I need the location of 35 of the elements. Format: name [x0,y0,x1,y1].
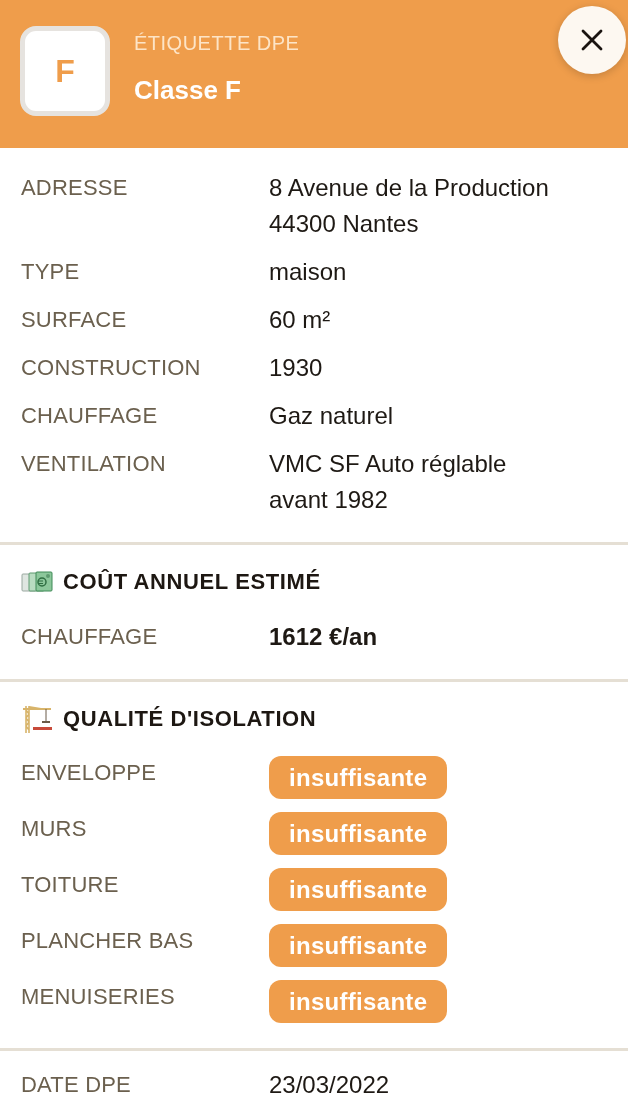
insulation-label: ENVELOPPE [21,759,158,787]
banknote-icon [21,571,53,593]
crane-icon [21,704,53,734]
field-label: DATE DPE [21,1071,132,1099]
rating-badge: insuffisante [269,868,448,911]
field-value: 1930 [269,353,323,383]
rating-badge: insuffisante [269,980,448,1023]
field-label: VENTILATION [21,450,167,478]
field-value: 23/03/2022 [269,1070,390,1100]
cost-value: 1612 €/an [269,622,378,652]
field-label: TYPE [21,258,81,286]
field-value: VMC SF Auto réglable avant 1982 [269,449,507,515]
cost-label: CHAUFFAGE [21,623,159,651]
field-label: CONSTRUCTION [21,354,202,382]
insulation-label: MURS [21,815,88,843]
insulation-label: TOITURE [21,871,120,899]
close-button[interactable] [558,6,626,74]
close-icon [581,29,603,51]
field-label: SURFACE [21,306,128,334]
insulation-label: PLANCHER BAS [21,927,195,955]
field-label: ADRESSE [21,174,129,202]
field-value: 8 Avenue de la Production 44300 Nantes [269,173,549,239]
class-title: Classe F [134,75,242,105]
insulation-label: MENUISERIES [21,983,176,1011]
field-value: Gaz naturel [269,401,394,431]
section-heading: COÛT ANNUEL ESTIMÉ [63,568,321,596]
label-title: ÉTIQUETTE DPE [134,31,300,55]
field-value: maison [269,257,347,287]
field-label: CHAUFFAGE [21,402,159,430]
rating-badge: insuffisante [269,812,448,855]
section-heading: QUALITÉ D'ISOLATION [63,705,317,733]
energy-class-badge: F [20,26,110,116]
rating-badge: insuffisante [269,756,448,799]
field-value: 60 m² [269,305,331,335]
rating-badge: insuffisante [269,924,448,967]
